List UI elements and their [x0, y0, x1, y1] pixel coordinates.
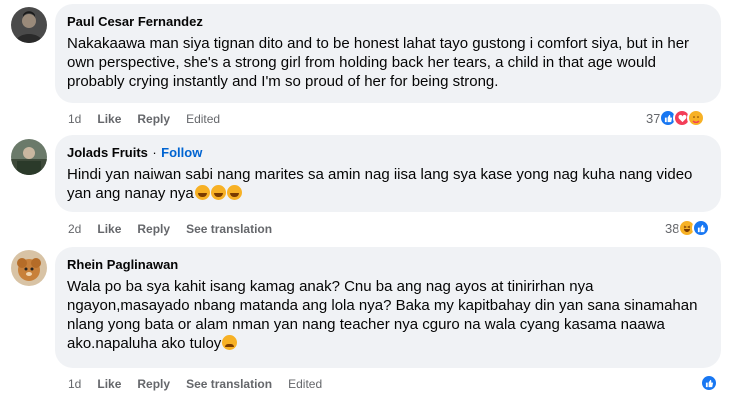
reaction-summary[interactable]: 38 [665, 219, 711, 237]
avatar[interactable] [11, 139, 47, 175]
haha-emoji [210, 185, 226, 200]
comment-text-body: Wala po ba sya kahit isang kamag anak? C… [67, 278, 698, 352]
like-button[interactable]: Like [97, 111, 121, 127]
avatar[interactable] [11, 250, 47, 286]
see-translation-button[interactable]: See translation [186, 376, 272, 392]
timestamp[interactable]: 2d [68, 221, 81, 237]
reply-button[interactable]: Reply [137, 376, 170, 392]
avatar[interactable] [11, 7, 47, 43]
reaction-summary[interactable]: 37 [646, 109, 706, 127]
edited-label: Edited [186, 112, 221, 126]
like-button[interactable]: Like [97, 221, 121, 237]
care-icon [687, 109, 706, 127]
like-button[interactable]: Like [97, 376, 121, 392]
see-translation-button[interactable]: See translation [186, 221, 272, 237]
edited-label: Edited [288, 377, 323, 391]
author-name[interactable]: Paul Cesar Fernandez [67, 14, 203, 29]
comment-text-body: Hindi yan naiwan sabi nang marites sa am… [67, 166, 693, 202]
separator-dot: · [152, 145, 157, 160]
reaction-count: 38 [665, 220, 680, 236]
comment-actions: 1d Like Reply Edited [68, 111, 220, 127]
like-icon [700, 374, 718, 392]
follow-button[interactable]: Follow [161, 145, 202, 160]
comment-actions: 2d Like Reply See translation [68, 221, 288, 237]
timestamp[interactable]: 1d [68, 111, 81, 127]
reaction-summary[interactable] [700, 374, 718, 392]
comment-bubble: Jolads Fruits · Follow Hindi yan naiwan … [55, 135, 721, 212]
comment-actions: 1d Like Reply See translation Edited [68, 376, 322, 392]
comment-bubble: Paul Cesar Fernandez Nakakaawa man siya … [55, 4, 721, 103]
sad-emoji [222, 335, 238, 350]
haha-emoji [194, 185, 210, 200]
author-name[interactable]: Rhein Paglinawan [67, 257, 178, 272]
comment-text: Hindi yan naiwan sabi nang marites sa am… [67, 165, 709, 203]
author-name[interactable]: Jolads Fruits [67, 145, 148, 160]
comment-bubble: Rhein Paglinawan Wala po ba sya kahit is… [55, 247, 721, 368]
reply-button[interactable]: Reply [137, 221, 170, 237]
comment-text: Nakakaawa man siya tignan dito and to be… [67, 35, 690, 90]
reply-button[interactable]: Reply [137, 111, 170, 127]
like-icon [692, 219, 711, 237]
timestamp[interactable]: 1d [68, 376, 81, 392]
haha-emoji [226, 185, 242, 200]
reaction-count: 37 [646, 110, 661, 126]
comment-text: Wala po ba sya kahit isang kamag anak? C… [67, 277, 709, 353]
